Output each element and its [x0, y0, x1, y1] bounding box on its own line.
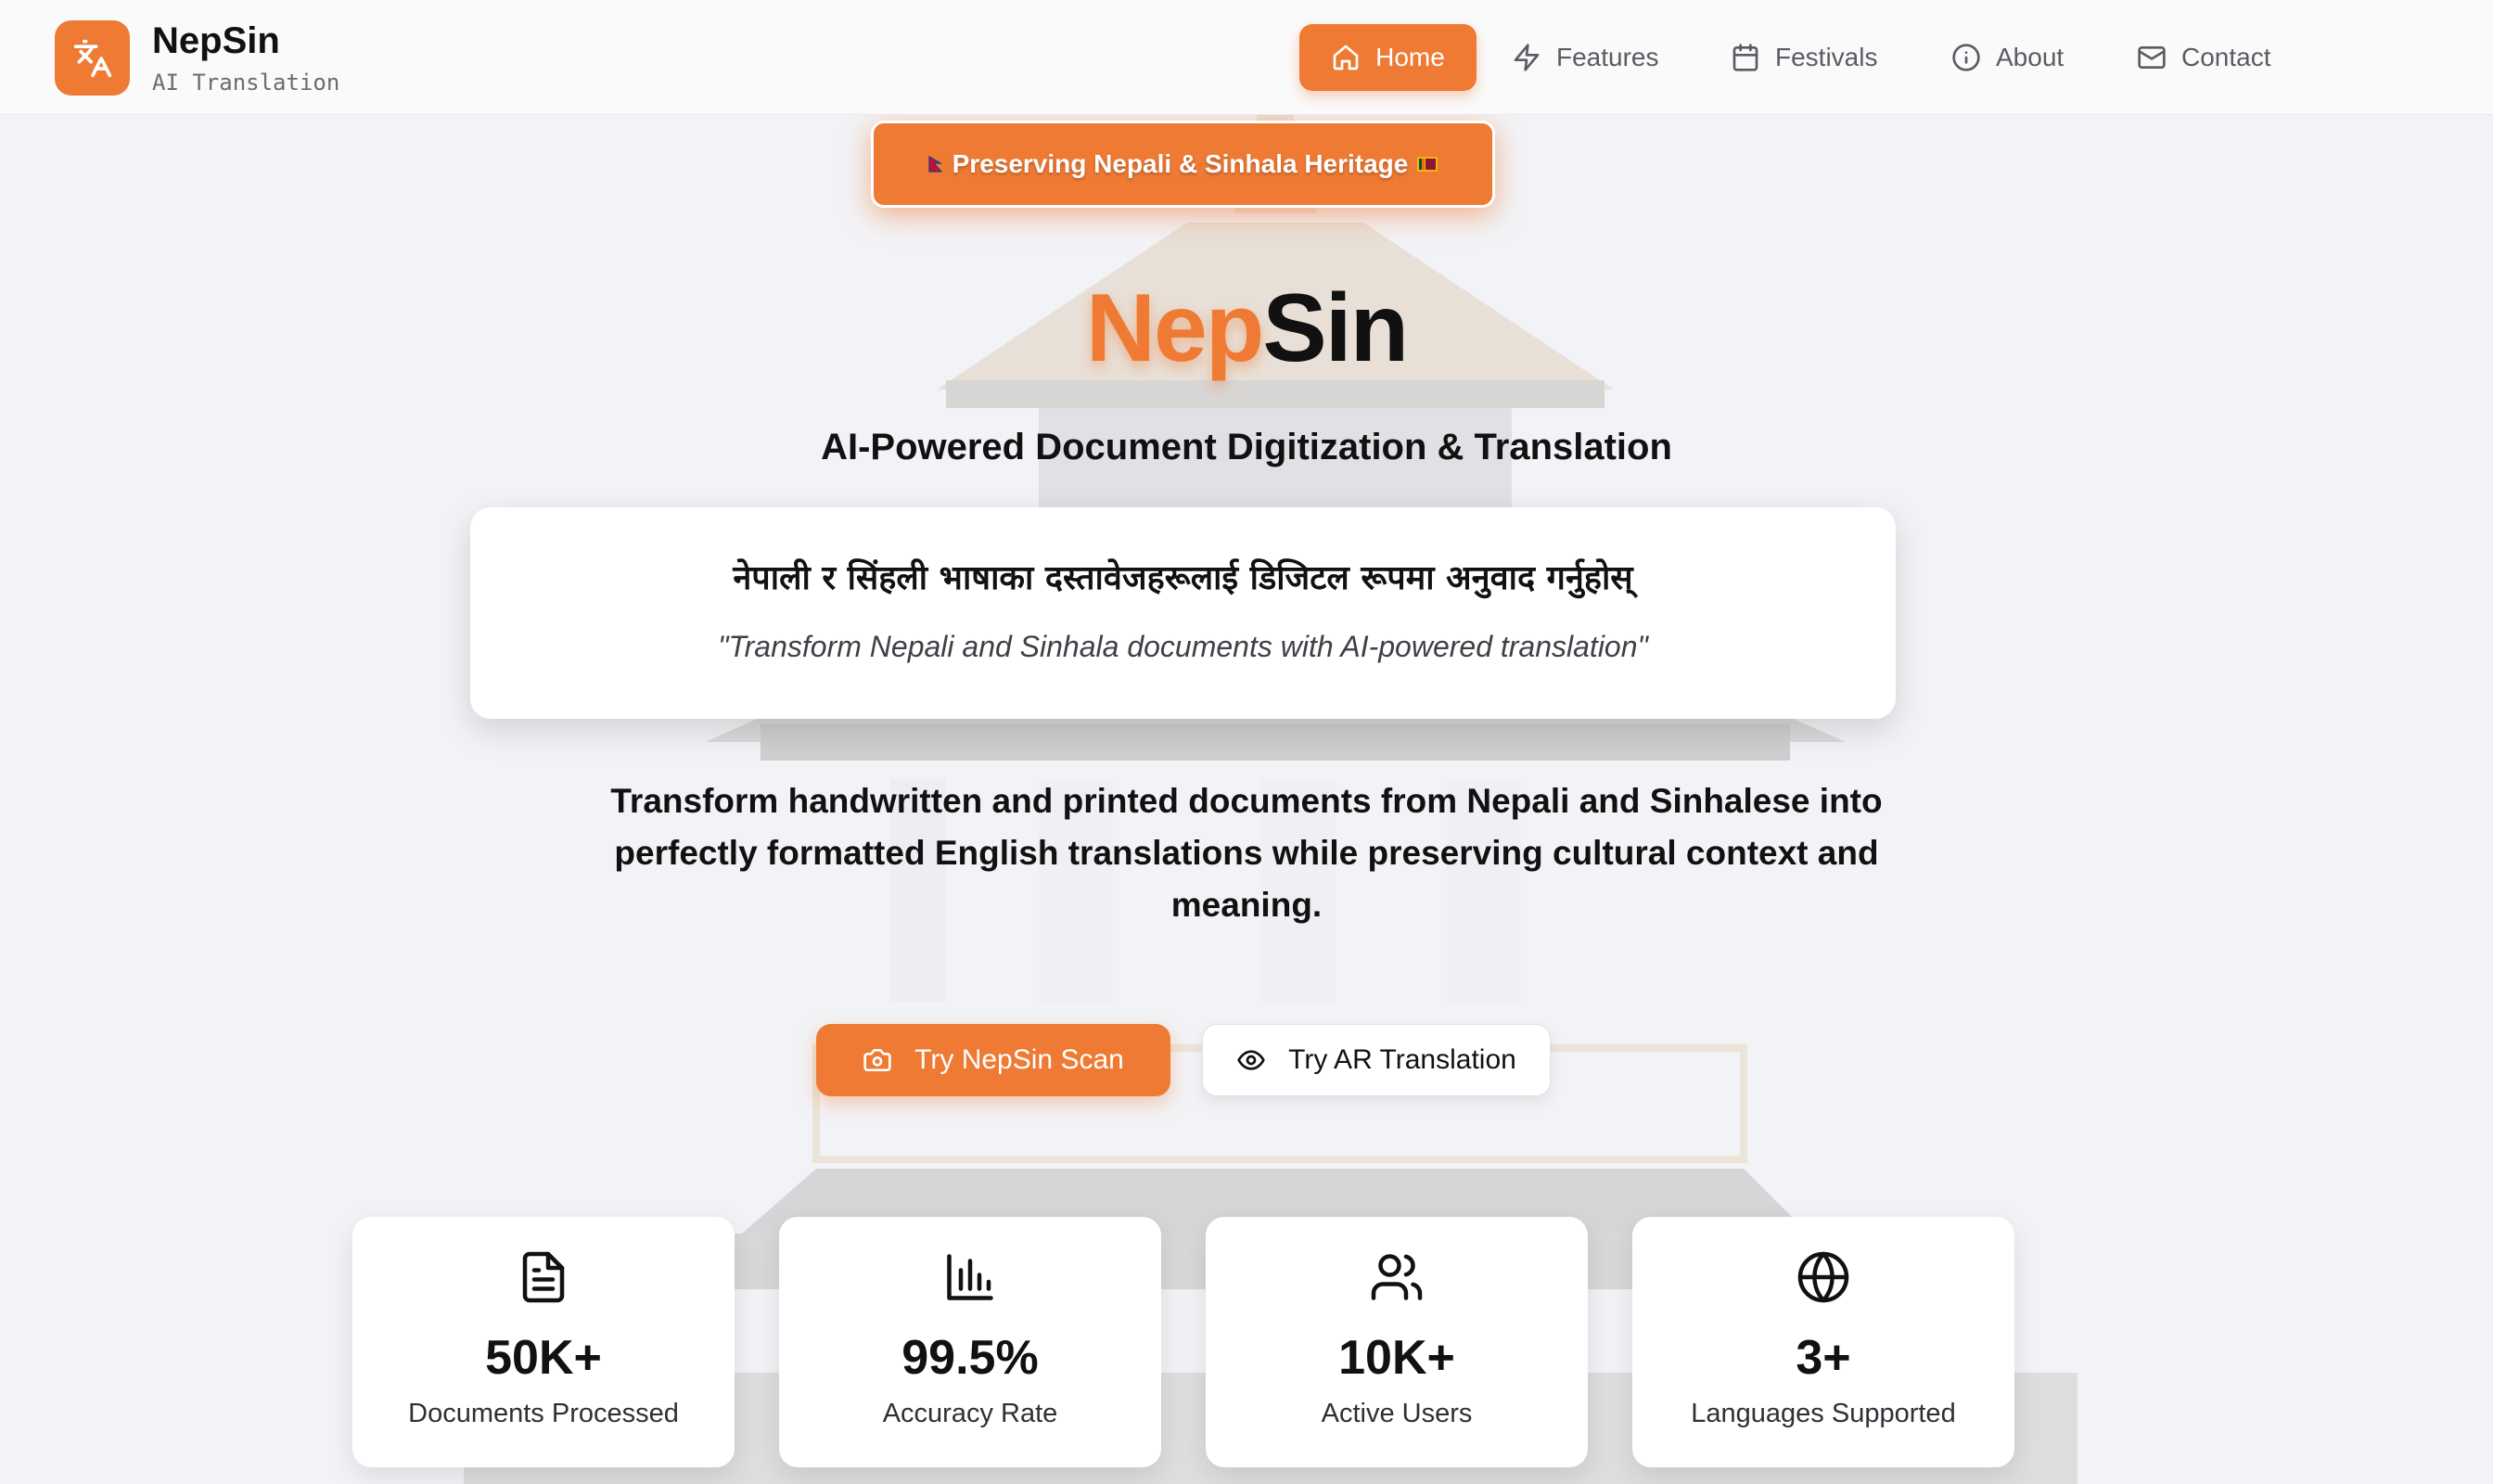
try-ar-translation-label: Try AR Translation: [1288, 1044, 1516, 1075]
info-icon: [1952, 44, 1980, 71]
nav-about-label: About: [1996, 43, 2065, 71]
try-nepsin-scan-button[interactable]: Try NepSin Scan: [816, 1024, 1170, 1096]
stat-label: Languages Supported: [1691, 1399, 1956, 1428]
hero-subtitle: AI-Powered Document Digitization & Trans…: [821, 427, 1672, 467]
nav-festivals[interactable]: Festivals: [1731, 24, 1877, 91]
mail-icon: [2138, 46, 2166, 69]
sri-lanka-flag-icon: [1417, 157, 1438, 172]
heritage-badge: Preserving Nepali & Sinhala Heritage: [871, 121, 1495, 208]
top-navigation-bar: NepSin AI Translation Home Features Fest…: [0, 0, 2493, 115]
quote-nepali-text: नेपाली र सिंहली भाषाका दस्तावेजहरूलाई डि…: [733, 559, 1633, 597]
stat-value: 99.5%: [901, 1331, 1039, 1385]
main-nav: Home Features Festivals About Contact: [0, 0, 2493, 115]
camera-icon: [863, 1049, 891, 1071]
heritage-badge-label: Preserving Nepali & Sinhala Heritage: [952, 149, 1409, 178]
nav-festivals-label: Festivals: [1775, 43, 1878, 71]
try-ar-translation-button[interactable]: Try AR Translation: [1202, 1024, 1551, 1096]
stat-label: Accuracy Rate: [882, 1399, 1058, 1428]
nav-home-label: Home: [1375, 43, 1445, 71]
stat-label: Documents Processed: [408, 1399, 679, 1428]
stat-card-languages: 3+ Languages Supported: [1632, 1217, 2014, 1467]
zap-icon: [1514, 44, 1540, 71]
stat-card-documents: 50K+ Documents Processed: [352, 1217, 735, 1467]
hero-description: Transform handwritten and printed docume…: [610, 782, 1883, 924]
quote-card: नेपाली र सिंहली भाषाका दस्तावेजहरूलाई डि…: [470, 507, 1896, 719]
stat-value: 3+: [1796, 1331, 1851, 1385]
nav-contact[interactable]: Contact: [2137, 24, 2271, 91]
hero-title-nep: Nep: [1085, 275, 1264, 382]
nepal-flag-icon: [928, 156, 942, 173]
hero-title: NepSin: [0, 275, 2493, 382]
home-icon: [1333, 45, 1359, 70]
stat-label: Active Users: [1321, 1399, 1473, 1428]
try-nepsin-scan-label: Try NepSin Scan: [914, 1044, 1124, 1075]
nav-features-label: Features: [1556, 43, 1659, 71]
calendar-icon: [1732, 44, 1758, 71]
quote-english-text: "Transform Nepali and Sinhala documents …: [718, 630, 1648, 663]
globe-icon: [1797, 1251, 1849, 1303]
bar-chart-icon: [947, 1254, 993, 1300]
stat-card-accuracy: 99.5% Accuracy Rate: [779, 1217, 1161, 1467]
nav-about[interactable]: About: [1951, 24, 2064, 91]
nav-features[interactable]: Features: [1512, 24, 1659, 91]
hero-title-sin: Sin: [1262, 275, 1409, 382]
stat-value: 50K+: [485, 1331, 602, 1385]
hero-section: Preserving Nepali & Sinhala Heritage Nep…: [0, 0, 2493, 1484]
users-icon: [1371, 1254, 1423, 1300]
nav-home[interactable]: Home: [1299, 24, 1477, 91]
eye-icon: [1237, 1050, 1265, 1070]
nav-contact-label: Contact: [2181, 43, 2271, 71]
stat-value: 10K+: [1338, 1331, 1455, 1385]
file-text-icon: [522, 1251, 565, 1303]
stat-card-users: 10K+ Active Users: [1206, 1217, 1588, 1467]
